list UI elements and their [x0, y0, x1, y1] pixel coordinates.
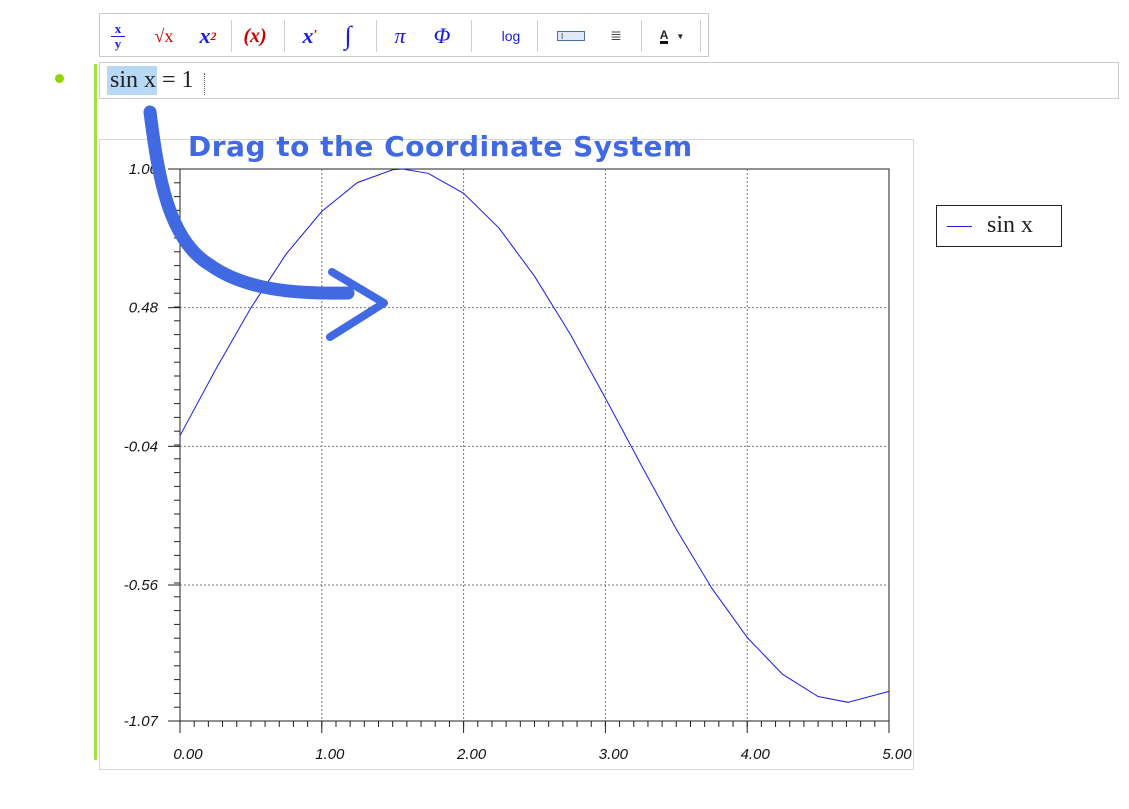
align-icon: ≣ — [610, 28, 622, 44]
x-tick-label: 3.00 — [599, 746, 629, 763]
y-tick-label: -1.07 — [124, 713, 159, 730]
parentheses-button[interactable]: (x) — [236, 18, 274, 54]
sqrt-icon: √x — [154, 25, 174, 46]
parentheses-icon: (x) — [243, 24, 267, 47]
text-caret — [204, 73, 205, 95]
integral-button[interactable]: ∫ — [335, 18, 361, 54]
drag-hint-text: Drag to the Coordinate System — [188, 130, 693, 163]
formula-input[interactable]: sin x = 1 — [99, 62, 1119, 99]
power-button[interactable]: x2 — [192, 18, 224, 54]
fraction-denominator: y — [114, 35, 122, 51]
fraction-button[interactable]: x y — [107, 18, 129, 54]
x-tick-label: 4.00 — [741, 746, 771, 763]
toolbar-separator — [284, 20, 285, 52]
toolbar-separator — [641, 20, 642, 52]
power-base: x — [199, 23, 211, 48]
phi-button[interactable]: Φ — [428, 18, 456, 54]
y-tick-label: -0.04 — [124, 438, 158, 455]
entry-indicator-line — [94, 64, 97, 760]
log-button[interactable]: log — [496, 18, 526, 54]
y-tick-label: 0.48 — [129, 300, 159, 317]
toolbar-separator — [376, 20, 377, 52]
x-tick-label: 0.00 — [173, 746, 203, 763]
font-color-icon: A — [659, 27, 669, 44]
textbox-button[interactable]: I — [554, 18, 588, 54]
align-button[interactable]: ≣ — [604, 18, 628, 54]
derivative-prime: ′ — [313, 28, 318, 43]
legend-line-icon — [947, 226, 972, 227]
sqrt-button[interactable]: √x — [148, 18, 180, 54]
integral-icon: ∫ — [344, 21, 352, 50]
legend: sin x — [936, 205, 1062, 247]
toolbar-separator — [537, 20, 538, 52]
fraction-numerator: x — [114, 20, 122, 36]
formula-expression[interactable]: sin x = 1 — [110, 66, 194, 95]
pi-icon: π — [394, 23, 406, 48]
textbox-icon: I — [557, 31, 585, 41]
bullet-icon — [55, 74, 64, 83]
legend-label: sin x — [987, 212, 1034, 238]
derivative-base: x — [302, 23, 314, 48]
phi-icon: Φ — [433, 23, 451, 48]
derivative-button[interactable]: x ′ — [294, 18, 326, 54]
y-tick-label: -0.56 — [124, 577, 159, 594]
toolbar-separator — [700, 20, 701, 52]
selected-expression[interactable]: sin x — [110, 67, 156, 93]
pi-button[interactable]: π — [386, 18, 414, 54]
x-tick-label: 2.00 — [456, 746, 487, 763]
power-exponent: 2 — [210, 28, 217, 43]
log-icon: log — [501, 28, 521, 44]
expression-rest: = 1 — [156, 67, 194, 93]
series-line-sin-x — [179, 168, 890, 703]
coordinate-system[interactable]: 0.00 1.00 2.00 3.00 4.00 5.00 1.00 0.48 -0.04 -0.… — [99, 139, 914, 770]
formula-toolbar: x y √x x2 (x) x ′ ∫ π Φ log I ≣ A ▼ — [99, 13, 709, 57]
x-tick-label: 1.00 — [315, 746, 345, 763]
toolbar-separator — [231, 20, 232, 52]
chevron-down-icon: ▼ — [676, 31, 685, 41]
plot-border — [179, 168, 890, 722]
plot-area[interactable]: 0.00 1.00 2.00 3.00 4.00 5.00 1.00 0.48 -0.04 -0.… — [100, 140, 915, 771]
font-color-button[interactable]: A ▼ — [652, 18, 692, 54]
y-tick-label: 1.00 — [129, 161, 159, 178]
x-tick-label: 5.00 — [882, 746, 912, 763]
toolbar-separator — [471, 20, 472, 52]
